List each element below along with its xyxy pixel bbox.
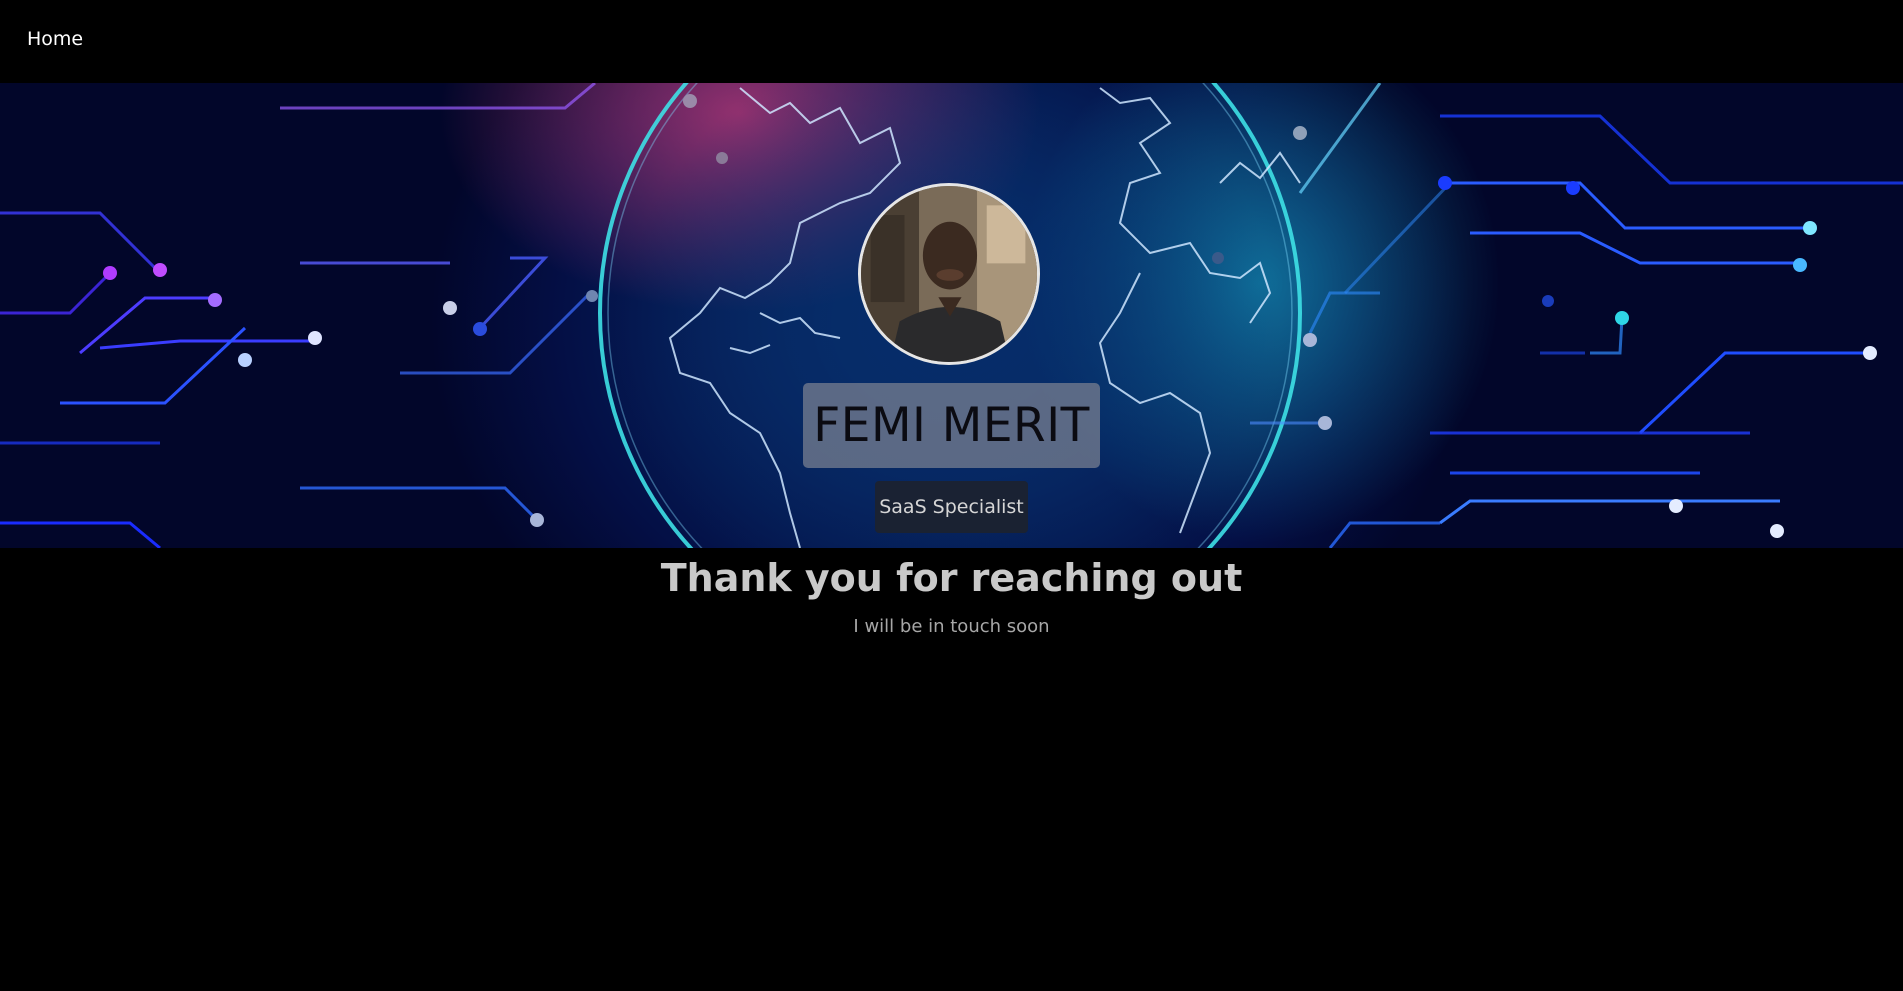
hero-banner: FEMI MERIT SaaS Specialist <box>0 83 1903 548</box>
profile-avatar <box>858 183 1040 365</box>
thank-you-subtitle: I will be in touch soon <box>853 616 1050 637</box>
profile-photo-icon <box>861 186 1037 362</box>
profile-name: FEMI MERIT <box>813 398 1090 453</box>
top-navbar: Home <box>0 0 1903 83</box>
nav-home-link[interactable]: Home <box>27 28 83 50</box>
profile-role: SaaS Specialist <box>879 496 1024 518</box>
name-plate: FEMI MERIT <box>803 383 1100 468</box>
role-badge: SaaS Specialist <box>875 481 1028 533</box>
thank-you-heading: Thank you for reaching out <box>660 556 1243 600</box>
